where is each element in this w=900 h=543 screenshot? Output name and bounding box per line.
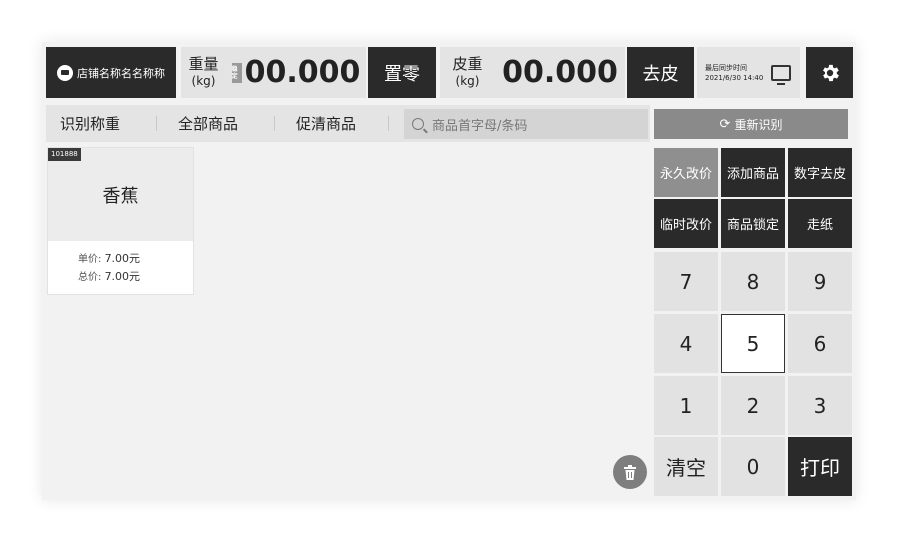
shop-name: 店铺名称名名称称 [77,66,165,80]
feed-paper-button[interactable]: 走纸 [788,199,852,248]
search-icon [412,118,424,130]
stable-tag: 稳定 [231,62,242,83]
shop-logo-icon [57,64,73,81]
tab-divider [388,116,389,131]
digital-tare-button[interactable]: 数字去皮 [788,148,852,197]
search-placeholder: 商品首字母/条码 [432,118,528,134]
permanent-price-button[interactable]: 永久改价 [654,148,718,197]
weight-label-box: 重量 (kg) [181,47,226,98]
monitor-icon[interactable] [771,64,792,85]
temp-price-button[interactable]: 临时改价 [654,199,718,248]
tab-promo-products[interactable]: 促清商品 [296,105,356,142]
delete-button[interactable] [613,455,647,489]
recognize-button[interactable]: ⟳ 重新识别 [654,109,848,139]
key-3[interactable]: 3 [788,376,852,435]
key-5[interactable]: 5 [721,314,785,373]
key-1[interactable]: 1 [654,376,718,435]
tab-divider [274,116,275,131]
key-0[interactable]: 0 [721,437,785,496]
tare-unit: (kg) [455,73,480,88]
tab-divider [156,116,157,131]
pos-frame: 店铺名称名名称称 重量 (kg) 稳定 00.000 置零 皮重 (kg) 00… [42,42,856,500]
tare-display: 00.000 [495,47,625,98]
weight-value: 00.000 [244,55,361,90]
product-card[interactable]: 香蕉 101888 单价: 7.00元 总价: 7.00元 [47,147,194,295]
settings-button[interactable] [806,47,853,98]
shop-name-badge: 店铺名称名名称称 [46,47,176,98]
key-7[interactable]: 7 [654,252,718,311]
tare-label-box: 皮重 (kg) [440,47,495,98]
refresh-icon: ⟳ [719,116,731,132]
tab-all-products[interactable]: 全部商品 [178,105,238,142]
unit-price: 7.00元 [104,252,141,265]
tare-label: 皮重 [452,54,483,73]
product-name: 香蕉 [48,148,193,241]
gear-icon [822,64,839,81]
tare-value: 00.000 [502,55,618,90]
unit-price-label: 单价: [78,254,102,265]
total-price-label: 总价: [78,272,102,283]
key-2[interactable]: 2 [721,376,785,435]
recognize-label: 重新识别 [734,117,783,132]
key-4[interactable]: 4 [654,314,718,373]
lock-product-button[interactable]: 商品锁定 [721,199,785,248]
sync-status: 最后同步时间 2021/6/30 14:40 [697,47,800,98]
sync-title: 最后同步时间 [705,63,747,72]
add-product-button[interactable]: 添加商品 [721,148,785,197]
weight-unit: (kg) [191,73,216,88]
weight-display: 稳定 00.000 [226,47,366,98]
print-button[interactable]: 打印 [788,437,852,496]
key-9[interactable]: 9 [788,252,852,311]
tare-button[interactable]: 去皮 [627,47,694,98]
weight-label: 重量 [188,54,219,73]
tab-recognize[interactable]: 识别称重 [60,105,120,142]
trash-icon [624,464,636,480]
product-prices: 单价: 7.00元 总价: 7.00元 [78,250,140,286]
search-input[interactable]: 商品首字母/条码 [404,109,648,139]
sync-time: 2021/6/30 14:40 [705,73,764,82]
clear-button[interactable]: 清空 [654,437,718,496]
zero-button[interactable]: 置零 [368,47,436,98]
key-8[interactable]: 8 [721,252,785,311]
product-code: 101888 [48,148,81,161]
total-price: 7.00元 [104,270,141,283]
key-6[interactable]: 6 [788,314,852,373]
